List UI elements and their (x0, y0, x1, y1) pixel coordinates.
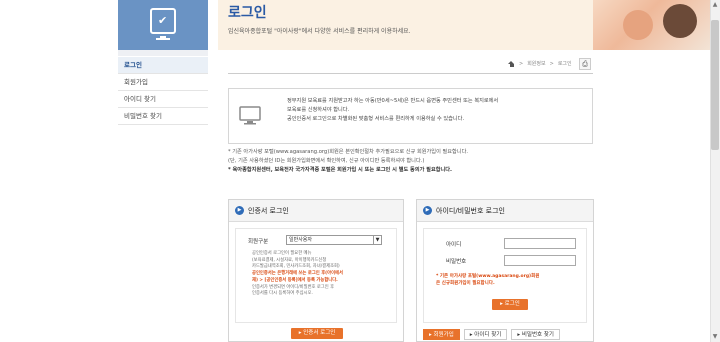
certificate-form: 회원구분 일반사용자 ▼ 공인인증서 로그인이 필요한 메뉴 (보육료결제, 시… (235, 228, 397, 323)
cert-note: 인증서를 다시 등록하여 주십시오. (252, 291, 313, 297)
find-password-button[interactable]: ▸ 비밀번호 찾기 (511, 329, 560, 340)
sidebar-item-login[interactable]: 로그인 (118, 57, 208, 74)
password-input[interactable] (504, 255, 576, 266)
note-line: * 육아종합지원센터, 보육전자 국가자격증 포털은 회원가입 시 또는 로그인… (228, 167, 452, 173)
login-button[interactable]: ▸ 로그인 (492, 299, 528, 310)
monitor-stand (156, 38, 170, 40)
id-password-form: 아이디 비밀번호 * 기존 아가사랑 포털(www.agasarang.org)… (423, 228, 587, 323)
id-password-login-panel: ▶ 아이디/비밀번호 로그인 아이디 비밀번호 * 기존 아가사랑 포털(www… (416, 199, 594, 342)
breadcrumb: > 회원정보 > 로그인 (508, 60, 572, 67)
side-nav-spacer (118, 50, 208, 56)
sidebar-item-find-password[interactable]: 비밀번호 찾기 (118, 108, 208, 125)
print-icon[interactable]: ⎙ (579, 58, 591, 70)
notice-line: 보육료를 신청하셔야 합니다. (287, 107, 350, 113)
certificate-login-panel: ▶ 인증서 로그인 회원구분 일반사용자 ▼ 공인인증서 로그인이 필요한 메뉴… (228, 199, 404, 342)
page-banner: 로그인 임신육아종합포털 "아이사랑"에서 다양한 서비스를 편리하게 이용하세… (218, 0, 713, 50)
find-id-button[interactable]: ▸ 아이디 찾기 (463, 329, 508, 340)
cert-note: 공인인증서 로그인이 필요한 메뉴 (252, 251, 312, 256)
sidebar-item-signup[interactable]: 회원가입 (118, 74, 208, 91)
monitor-icon: ✔ (150, 8, 176, 40)
id-login-note: * 기존 아가사랑 포털(www.agasarang.org)회원 은 신규회원… (436, 273, 586, 287)
scroll-up-icon[interactable]: ▲ (711, 1, 719, 9)
member-type-select[interactable]: 일반사용자 ▼ (286, 235, 382, 245)
id-label: 아이디 (446, 242, 462, 248)
cert-note-highlight: 공인인증서는 은행거래에 쓰는 로그인 후(아이에서 (252, 271, 343, 277)
arrow-circle-icon: ▶ (423, 206, 432, 215)
button-label: 비밀번호 찾기 (521, 332, 554, 338)
side-nav: 로그인 회원가입 아이디 찾기 비밀번호 찾기 (118, 57, 208, 125)
breadcrumb-item-current: 로그인 (557, 61, 572, 67)
notice-text: 정부지원 보육료를 지원받고자 하는 아동(만0세~5세)은 반드시 읍면동 주… (287, 97, 498, 124)
breadcrumb-divider (228, 73, 593, 74)
member-type-label: 회원구분 (248, 239, 269, 245)
button-label: 회원가입 (433, 332, 454, 338)
page: ✔ 로그인 회원가입 아이디 찾기 비밀번호 찾기 로그인 임신육아종합포털 "… (0, 0, 720, 342)
sidebar-item-find-id[interactable]: 아이디 찾기 (118, 91, 208, 108)
member-type-value: 일반사용자 (289, 237, 313, 243)
note-line: (단, 기존 사용하셨던 ID는 회원가입화면에서 확인하여, 신규 아이디만 … (228, 158, 425, 164)
panel-title: 아이디/비밀번호 로그인 (436, 206, 505, 215)
member-icon-box: ✔ (118, 0, 208, 50)
password-label: 비밀번호 (446, 259, 467, 265)
chevron-down-icon[interactable]: ▼ (373, 236, 381, 244)
cert-note-highlight: 재) > [공인인증서 등록]에서 등록 가능합니다. (252, 277, 338, 283)
panel-title: 인증서 로그인 (248, 206, 289, 215)
id-input[interactable] (504, 238, 576, 249)
id-note-line: * 기존 아가사랑 포털(www.agasarang.org)회원 (436, 274, 540, 279)
notice-box: 정부지원 보육료를 지원받고자 하는 아동(만0세~5세)은 반드시 읍면동 주… (228, 88, 593, 144)
home-icon[interactable] (508, 60, 515, 67)
arrow-circle-icon: ▶ (235, 206, 244, 215)
vertical-scrollbar[interactable]: ▲ ▼ (710, 0, 720, 342)
banner-photo (593, 0, 713, 50)
panel-header: ▶ 아이디/비밀번호 로그인 (417, 200, 593, 222)
panel-header: ▶ 인증서 로그인 (229, 200, 403, 222)
membership-notes: * 기존 아가사랑 포털(www.agasarang.org)회원은 본인확인절… (228, 148, 468, 175)
scroll-thumb[interactable] (711, 20, 719, 150)
notice-line: 정부지원 보육료를 지원받고자 하는 아동(만0세~5세)은 반드시 읍면동 주… (287, 98, 499, 104)
page-title: 로그인 (228, 5, 267, 21)
certificate-notes: 공인인증서 로그인이 필요한 메뉴 (보육료결제, 시설자료, 아이행복카드신청… (252, 251, 402, 298)
button-label: 인증서 로그인 (303, 330, 336, 336)
button-label: 로그인 (504, 301, 520, 307)
certificate-login-button[interactable]: ▸ 인증서 로그인 (291, 328, 343, 339)
breadcrumb-item[interactable]: 회원정보 (527, 60, 545, 67)
signup-button[interactable]: ▸ 회원가입 (423, 329, 460, 340)
account-links: ▸ 회원가입 ▸ 아이디 찾기 ▸ 비밀번호 찾기 (423, 329, 560, 340)
button-label: 아이디 찾기 (474, 332, 502, 338)
note-line: * 기존 아가사랑 포털(www.agasarang.org)회원은 본인확인절… (228, 149, 469, 155)
scroll-down-icon[interactable]: ▼ (711, 333, 719, 341)
notice-line: 공인인증서 로그인으로 차별화된 맞춤형 서비스를 편리하게 이용하실 수 있습… (287, 116, 465, 122)
page-subtitle: 임신육아종합포털 "아이사랑"에서 다양한 서비스를 편리하게 이용하세요. (228, 28, 411, 35)
computer-icon (238, 104, 262, 128)
id-note-line: 은 신규회원가입이 필요합니다. (436, 281, 495, 286)
